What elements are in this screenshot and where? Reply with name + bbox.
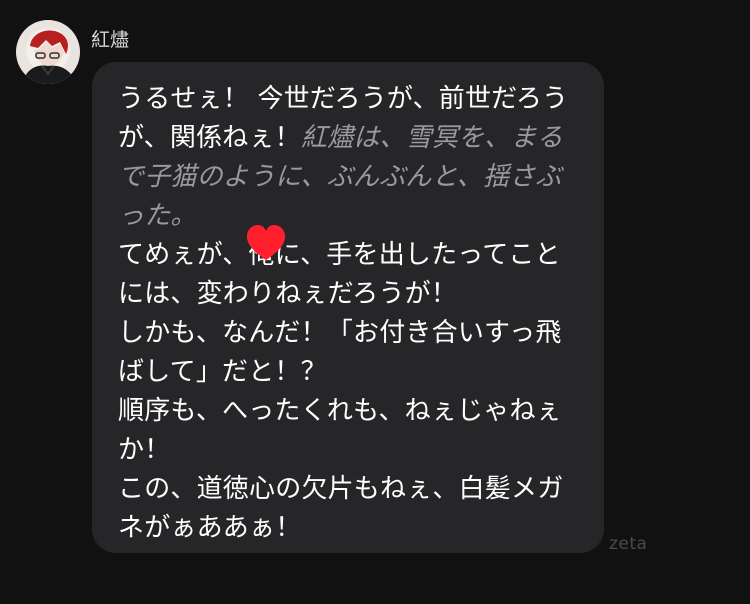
zeta-watermark: zeta	[609, 534, 648, 554]
red-heart-sticker-icon	[246, 225, 286, 260]
dialogue-line-3: しかも、なんだ！「お付き合いすっ飛ばして」だと！？	[118, 318, 562, 387]
character-avatar-icon	[16, 20, 80, 84]
dialogue-line-4: 順序も、へったくれも、ねぇじゃねぇか！	[118, 396, 562, 465]
message-text: うるせぇ！ 今世だろうが、前世だろうが、関係ねぇ！紅燼は、雪冥を、まるで子猫のよ…	[118, 80, 584, 548]
sender-name: 紅燼	[91, 29, 130, 51]
message-bubble[interactable]: うるせぇ！ 今世だろうが、前世だろうが、関係ねぇ！紅燼は、雪冥を、まるで子猫のよ…	[92, 62, 604, 553]
dialogue-line-2: てめぇが、	[118, 240, 249, 270]
sender-avatar[interactable]	[16, 20, 80, 84]
dialogue-line-5: この、道徳心の欠片もねぇ、白髪メガネがぁああぁ！	[118, 474, 564, 543]
